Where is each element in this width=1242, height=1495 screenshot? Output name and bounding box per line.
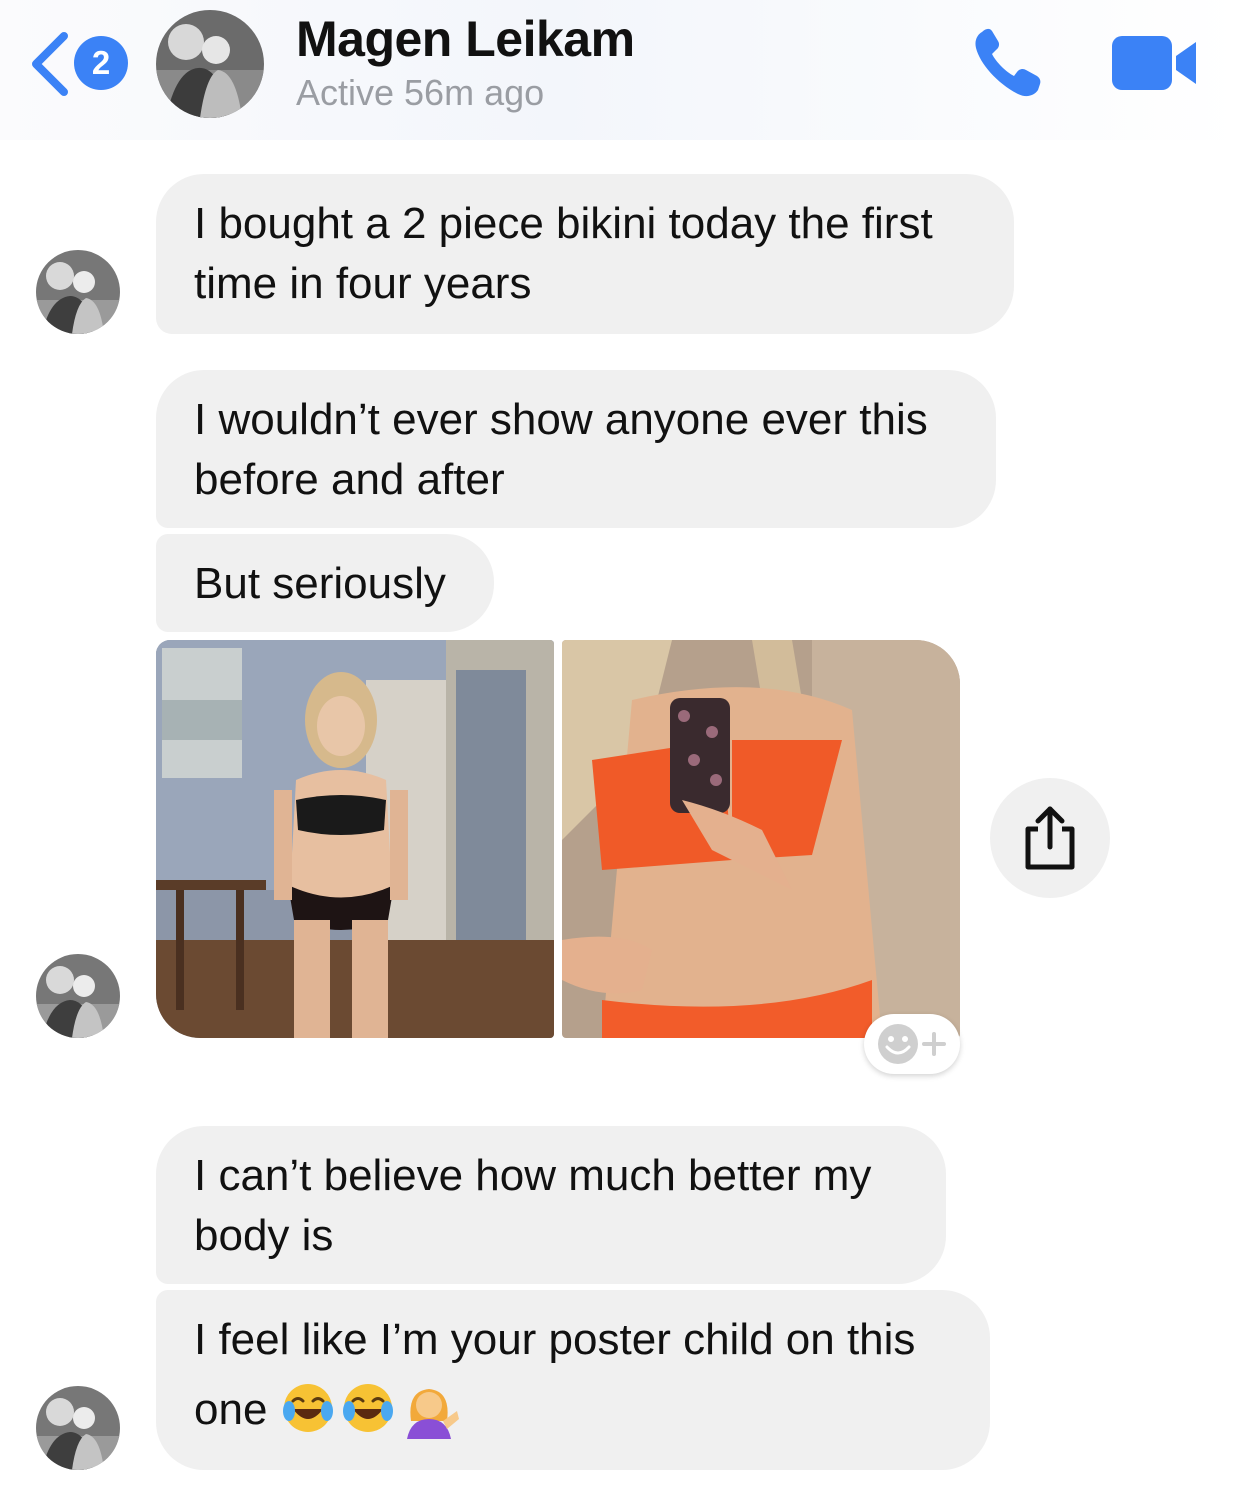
message-text-line: before and after — [194, 455, 505, 504]
message-text-line: I bought a 2 piece bikini today the firs… — [194, 199, 933, 248]
add-reaction-button[interactable] — [864, 1014, 960, 1074]
message-bubble[interactable]: I can’t believe how much better my body … — [156, 1126, 946, 1284]
photo-attachment-before[interactable] — [156, 640, 554, 1038]
message-text-line: one — [194, 1385, 268, 1434]
message-bubble[interactable]: I bought a 2 piece bikini today the firs… — [156, 174, 1014, 334]
message-text-line: But seriously — [194, 559, 446, 608]
share-icon — [1025, 806, 1075, 870]
message-text-line: I feel like I’m your poster child on thi… — [194, 1315, 916, 1364]
message-text-line: I can’t believe how much better my — [194, 1151, 872, 1200]
unread-count-badge: 2 — [74, 36, 128, 90]
photo-attachment-after[interactable] — [562, 640, 960, 1038]
message-bubble[interactable]: But seriously — [156, 534, 494, 632]
message-text-line: body is — [194, 1211, 334, 1260]
person-tipping-hand-emoji-icon — [407, 1389, 460, 1439]
contact-name: Magen Leikam — [296, 11, 635, 67]
message-bubble[interactable]: I wouldn’t ever show anyone ever this be… — [156, 370, 996, 528]
share-button[interactable] — [990, 778, 1110, 898]
sender-avatar[interactable] — [36, 954, 120, 1038]
sender-avatar[interactable] — [36, 1386, 120, 1470]
add-reaction-icon — [878, 1024, 946, 1064]
conversation-header: 2 Magen Leikam Active 56m ago — [0, 0, 1242, 140]
tears-of-joy-emoji-icon — [343, 1384, 394, 1432]
sender-avatar[interactable] — [36, 250, 120, 334]
video-camera-icon — [1112, 36, 1196, 90]
chevron-left-icon — [32, 32, 68, 96]
active-status: Active 56m ago — [296, 72, 545, 113]
message-text-line: time in four years — [194, 259, 532, 308]
message-text-line: I wouldn’t ever show anyone ever this — [194, 395, 928, 444]
message-bubble[interactable]: I feel like I’m your poster child on thi… — [156, 1290, 990, 1470]
video-call-button[interactable] — [1110, 34, 1200, 92]
phone-icon — [975, 28, 1041, 97]
contact-avatar[interactable] — [156, 10, 264, 118]
back-button[interactable]: 2 — [26, 30, 136, 100]
call-button[interactable] — [968, 26, 1048, 102]
tears-of-joy-emoji-icon — [283, 1384, 334, 1432]
